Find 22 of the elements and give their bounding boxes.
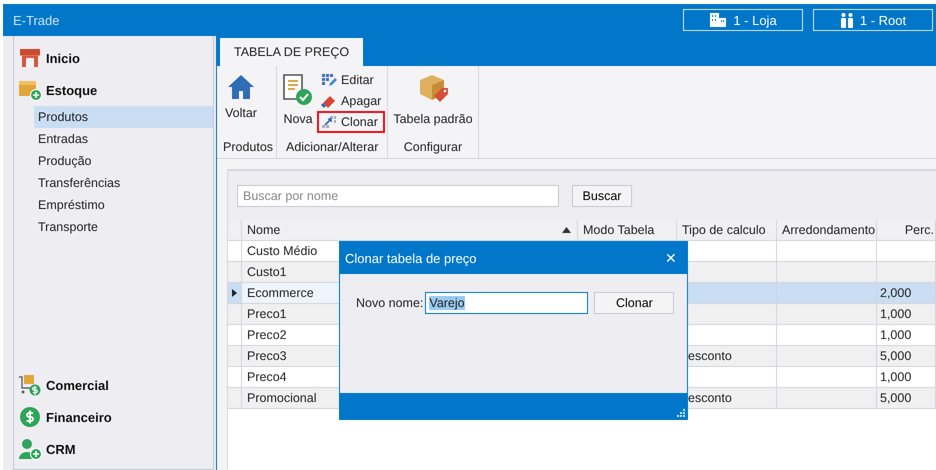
group-label: Adicionar/Alterar: [284, 139, 380, 156]
field-label: Novo nome:: [356, 295, 424, 312]
table-cell: 1,000: [880, 328, 912, 342]
group-label: Produtos: [223, 139, 274, 156]
table-cell: Preco1: [247, 307, 287, 321]
table-cell: Preco3: [247, 349, 287, 363]
group-label: Configurar: [402, 139, 464, 156]
table-cell: 2,000: [880, 286, 912, 300]
table-cell: 5,000: [880, 349, 912, 363]
dialog-title: Clonar tabela de preço: [345, 250, 477, 266]
table-cell: 1,000: [880, 370, 912, 384]
table-cell: esconto: [688, 349, 732, 363]
app-title: E-Trade: [13, 12, 60, 28]
table-cell: Ecommerce: [247, 286, 314, 300]
table-cell: Custo1: [247, 265, 287, 279]
table-cell: Preco4: [247, 370, 287, 384]
table-cell: Custo Médio: [247, 244, 318, 258]
table-cell: Promocional: [247, 391, 316, 405]
table-cell: 1,000: [880, 307, 912, 321]
table-cell: Preco2: [247, 328, 287, 342]
table-cell: esconto: [688, 391, 732, 405]
table-cell: 5,000: [880, 391, 912, 405]
